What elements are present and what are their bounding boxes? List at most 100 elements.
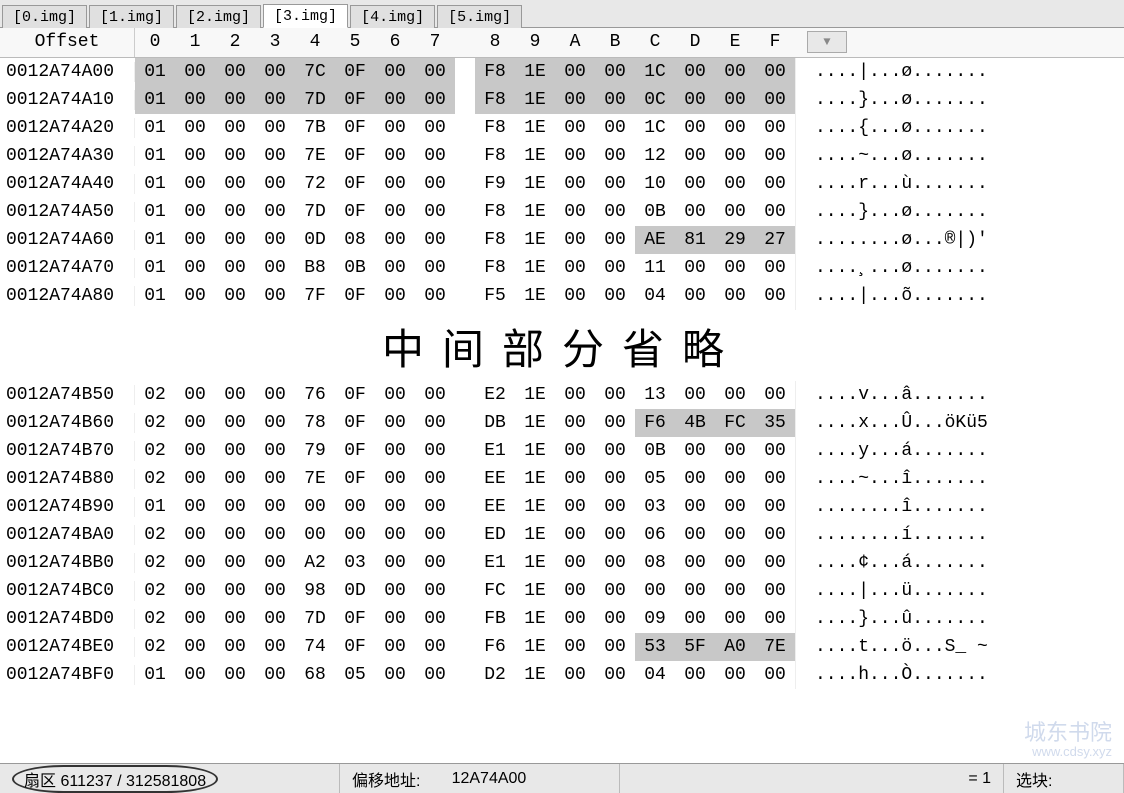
hex-byte[interactable]: 00	[215, 170, 255, 198]
hex-byte[interactable]: 7B	[295, 114, 335, 142]
hex-byte[interactable]: 4B	[675, 409, 715, 437]
hex-byte[interactable]: 7D	[295, 86, 335, 114]
hex-byte[interactable]: 00	[375, 549, 415, 577]
hex-byte[interactable]: 00	[255, 198, 295, 226]
hex-byte[interactable]: 00	[555, 254, 595, 282]
hex-byte[interactable]: 00	[715, 549, 755, 577]
hex-byte[interactable]: 00	[415, 198, 455, 226]
hex-byte[interactable]: ED	[475, 521, 515, 549]
hex-byte[interactable]: 02	[135, 605, 175, 633]
hex-byte[interactable]: 00	[755, 493, 795, 521]
hex-byte[interactable]: 00	[255, 437, 295, 465]
hex-byte[interactable]: 00	[175, 58, 215, 86]
hex-byte[interactable]: 00	[555, 493, 595, 521]
hex-byte[interactable]: 02	[135, 549, 175, 577]
hex-byte[interactable]: 00	[215, 493, 255, 521]
hex-byte[interactable]: 00	[595, 577, 635, 605]
hex-byte[interactable]: 00	[335, 521, 375, 549]
hex-byte[interactable]: 1E	[515, 58, 555, 86]
hex-byte[interactable]: 00	[555, 142, 595, 170]
hex-byte[interactable]: 00	[215, 198, 255, 226]
hex-byte[interactable]: 0F	[335, 633, 375, 661]
hex-byte[interactable]: 00	[175, 549, 215, 577]
hex-byte[interactable]: 00	[595, 549, 635, 577]
hex-byte[interactable]: 1E	[515, 633, 555, 661]
hex-byte[interactable]: 00	[255, 170, 295, 198]
hex-byte[interactable]: 1E	[515, 254, 555, 282]
hex-byte[interactable]: 02	[135, 521, 175, 549]
hex-byte[interactable]: 00	[375, 437, 415, 465]
hex-byte[interactable]: 00	[595, 114, 635, 142]
hex-byte[interactable]: 7E	[295, 142, 335, 170]
hex-byte[interactable]: 00	[555, 170, 595, 198]
hex-byte[interactable]: 00	[175, 493, 215, 521]
hex-byte[interactable]: 00	[255, 577, 295, 605]
hex-byte[interactable]: 00	[255, 254, 295, 282]
hex-row[interactable]: 0012A74A10010000007D0F0000F81E00000C0000…	[0, 86, 1124, 114]
hex-byte[interactable]: 00	[715, 114, 755, 142]
hex-byte[interactable]: 00	[375, 142, 415, 170]
hex-byte[interactable]: 00	[595, 58, 635, 86]
hex-byte[interactable]: FB	[475, 605, 515, 633]
hex-byte[interactable]: 02	[135, 409, 175, 437]
hex-byte[interactable]: 00	[595, 409, 635, 437]
hex-byte[interactable]: 00	[555, 633, 595, 661]
hex-byte[interactable]: 1E	[515, 114, 555, 142]
hex-byte[interactable]: 00	[715, 198, 755, 226]
hex-byte[interactable]: 00	[175, 142, 215, 170]
hex-byte[interactable]: 03	[635, 493, 675, 521]
hex-byte[interactable]: 00	[175, 661, 215, 689]
hex-byte[interactable]: 00	[415, 605, 455, 633]
hex-byte[interactable]: 08	[635, 549, 675, 577]
hex-byte[interactable]: 02	[135, 465, 175, 493]
hex-byte[interactable]: 1E	[515, 521, 555, 549]
hex-byte[interactable]: 7C	[295, 58, 335, 86]
hex-byte[interactable]: 00	[215, 58, 255, 86]
hex-byte[interactable]: 76	[295, 381, 335, 409]
hex-byte[interactable]: 12	[635, 142, 675, 170]
hex-byte[interactable]: 00	[595, 381, 635, 409]
hex-byte[interactable]: 00	[715, 577, 755, 605]
hex-byte[interactable]: 00	[755, 605, 795, 633]
hex-byte[interactable]: 00	[375, 198, 415, 226]
hex-byte[interactable]: 1E	[515, 86, 555, 114]
hex-byte[interactable]: 00	[675, 142, 715, 170]
hex-byte[interactable]: 1E	[515, 465, 555, 493]
hex-byte[interactable]: 03	[335, 549, 375, 577]
hex-byte[interactable]: 00	[215, 226, 255, 254]
hex-byte[interactable]: F8	[475, 254, 515, 282]
hex-byte[interactable]: 00	[215, 282, 255, 310]
hex-byte[interactable]: 00	[255, 226, 295, 254]
hex-byte[interactable]: 00	[175, 521, 215, 549]
hex-byte[interactable]: 00	[295, 493, 335, 521]
hex-byte[interactable]: 27	[755, 226, 795, 254]
hex-byte[interactable]: 00	[255, 493, 295, 521]
hex-byte[interactable]: 00	[555, 198, 595, 226]
hex-byte[interactable]: 00	[755, 142, 795, 170]
hex-row[interactable]: 0012A74A30010000007E0F0000F81E0000120000…	[0, 142, 1124, 170]
hex-byte[interactable]: 0D	[335, 577, 375, 605]
hex-byte[interactable]: 72	[295, 170, 335, 198]
hex-byte[interactable]: 00	[175, 409, 215, 437]
hex-byte[interactable]: A2	[295, 549, 335, 577]
hex-byte[interactable]: 00	[375, 577, 415, 605]
hex-byte[interactable]: 00	[555, 86, 595, 114]
hex-row[interactable]: 0012A74BF00100000068050000D21E0000040000…	[0, 661, 1124, 689]
hex-byte[interactable]: 00	[375, 605, 415, 633]
hex-byte[interactable]: 00	[215, 577, 255, 605]
hex-byte[interactable]: 00	[375, 493, 415, 521]
hex-byte[interactable]: 00	[175, 170, 215, 198]
hex-byte[interactable]: 01	[135, 142, 175, 170]
hex-byte[interactable]: 00	[175, 282, 215, 310]
hex-byte[interactable]: 00	[755, 381, 795, 409]
tab-3[interactable]: [3.img]	[263, 4, 348, 28]
hex-byte[interactable]: 02	[135, 577, 175, 605]
hex-byte[interactable]: 0B	[635, 437, 675, 465]
hex-byte[interactable]: 0F	[335, 86, 375, 114]
hex-byte[interactable]: 00	[215, 381, 255, 409]
hex-byte[interactable]: 00	[215, 605, 255, 633]
hex-byte[interactable]: A0	[715, 633, 755, 661]
hex-byte[interactable]: 00	[415, 254, 455, 282]
hex-byte[interactable]: 1C	[635, 114, 675, 142]
hex-byte[interactable]: 00	[215, 465, 255, 493]
